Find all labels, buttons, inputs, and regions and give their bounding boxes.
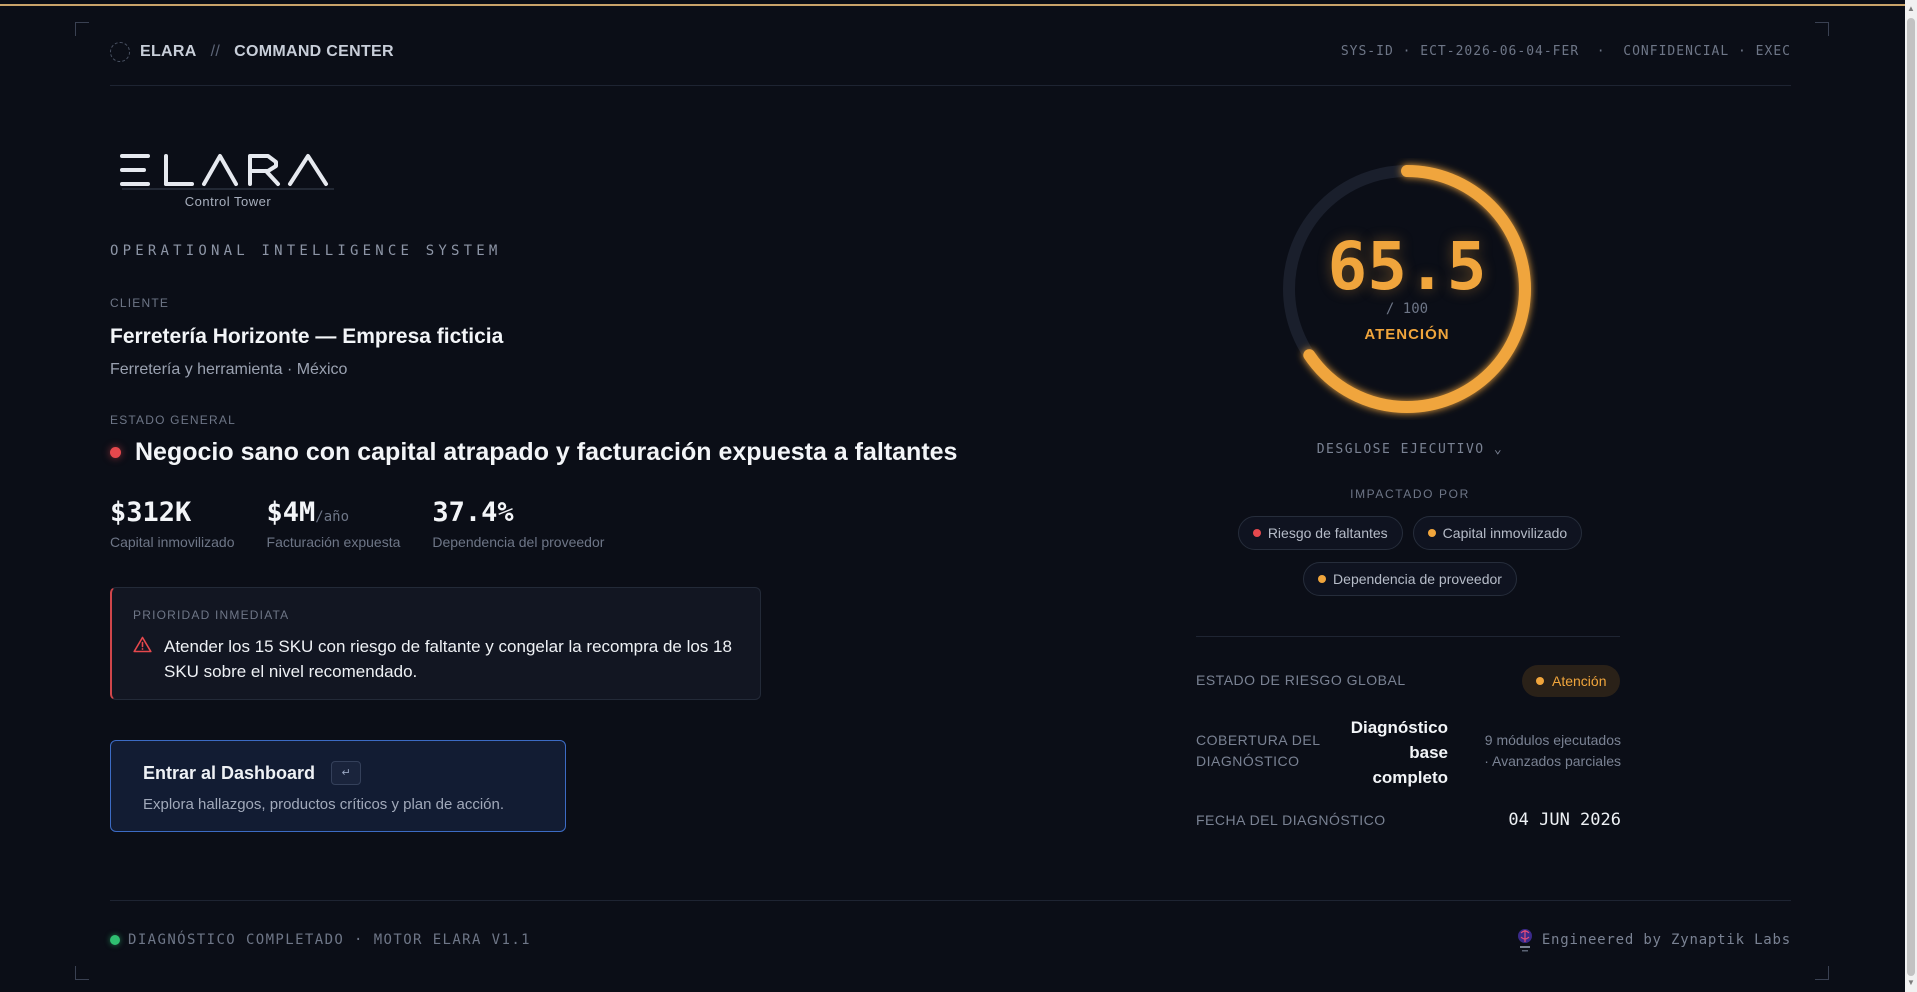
scroll-up-icon[interactable]: ▲ bbox=[1905, 2, 1917, 16]
warning-triangle-icon bbox=[133, 636, 152, 653]
header-brand: ELARA // COMMAND CENTER bbox=[110, 42, 394, 62]
coverage-note: 9 módulos ejecutados · Avanzados parcial… bbox=[1484, 732, 1621, 769]
cta-subtitle: Explora hallazgos, productos críticos y … bbox=[143, 796, 505, 813]
cta-title: Entrar al Dashboard bbox=[143, 762, 316, 783]
risk-label: ESTADO DE RIESGO GLOBAL bbox=[1196, 672, 1406, 688]
kpi-capital: $312K Capital inmovilizado bbox=[110, 497, 235, 550]
scroll-down-icon[interactable]: ▼ bbox=[1905, 976, 1917, 990]
chip-label: Capital inmovilizado bbox=[1442, 525, 1568, 541]
scrollbar-thumb[interactable] bbox=[1907, 18, 1915, 976]
score-state: ATENCIÓN bbox=[1364, 326, 1450, 343]
client-name: Ferretería Horizonte — Empresa ficticia bbox=[110, 325, 504, 348]
date-label: FECHA DEL DIAGNÓSTICO bbox=[1196, 812, 1386, 828]
footer-credit: Engineered by Zynaptik Labs bbox=[1516, 927, 1791, 953]
status-dot-icon bbox=[110, 447, 121, 458]
priority-card: PRIORIDAD INMEDIATA Atender los 15 SKU c… bbox=[110, 587, 761, 700]
priority-label: PRIORIDAD INMEDIATA bbox=[133, 608, 290, 622]
date-value: 04 JUN 2026 bbox=[1508, 810, 1621, 830]
risk-status-badge: Atención bbox=[1522, 665, 1621, 697]
risk-badge-label: Atención bbox=[1552, 673, 1607, 689]
coverage-label: COBERTURA DEL DIAGNÓSTICO bbox=[1196, 732, 1321, 769]
score-max: / 100 bbox=[1385, 301, 1429, 317]
executive-breakdown-toggle[interactable]: DESGLOSE EJECUTIVO ⌄ bbox=[1260, 442, 1560, 457]
footer-divider bbox=[110, 900, 1791, 901]
chip-dot-icon bbox=[1427, 529, 1436, 537]
chip-dot-icon bbox=[1318, 575, 1327, 583]
summary-divider bbox=[1196, 636, 1620, 637]
header-brand-name: ELARA bbox=[140, 43, 197, 60]
footer-status: DIAGNÓSTICO COMPLETADO · MOTOR ELARA V1.… bbox=[110, 932, 531, 948]
kpi-value: $312K bbox=[110, 497, 192, 528]
top-header: ELARA // COMMAND CENTER SYS-ID · ECT-202… bbox=[110, 38, 1791, 86]
kpi-value: $4M bbox=[266, 497, 316, 528]
top-accent-line bbox=[0, 0, 1905, 6]
status-headline: Negocio sano con capital atrapado y fact… bbox=[110, 438, 957, 467]
frame-corner bbox=[1815, 22, 1829, 36]
footer-status-text: DIAGNÓSTICO COMPLETADO · MOTOR ELARA V1.… bbox=[128, 932, 531, 948]
kpi-row: $312K Capital inmovilizado $4M/año Factu… bbox=[110, 497, 604, 550]
kpi-facturacion: $4M/año Facturación expuesta bbox=[267, 497, 401, 550]
logo-subtitle: Control Tower bbox=[184, 194, 272, 209]
frame-corner bbox=[1815, 966, 1829, 980]
score-value: 65.5 bbox=[1327, 228, 1487, 305]
kpi-label: Dependencia del proveedor bbox=[432, 534, 605, 550]
kpi-label: Capital inmovilizado bbox=[110, 534, 235, 550]
chip-dependencia-proveedor[interactable]: Dependencia de proveedor bbox=[1303, 562, 1517, 596]
enter-dashboard-button[interactable]: Entrar al Dashboard ↵ Explora hallazgos,… bbox=[110, 740, 566, 832]
zynaptik-logo-icon bbox=[1517, 929, 1532, 952]
status-ok-icon bbox=[110, 935, 120, 945]
priority-text: Atender los 15 SKU con riesgo de faltant… bbox=[164, 637, 732, 681]
page-scrollbar[interactable]: ▲ ▼ bbox=[1905, 0, 1917, 992]
chip-label: Riesgo de faltantes bbox=[1267, 525, 1388, 541]
client-subtitle: Ferretería y herramienta · México bbox=[110, 361, 348, 378]
impact-chips: Riesgo de faltantes Capital inmovilizado… bbox=[1200, 516, 1620, 596]
kpi-dependencia: 37.4% Dependencia del proveedor bbox=[432, 497, 604, 550]
enter-key-icon: ↵ bbox=[331, 761, 362, 785]
badge-dot-icon bbox=[1536, 677, 1544, 685]
chip-dot-icon bbox=[1252, 529, 1261, 537]
kpi-value: 37.4% bbox=[432, 497, 514, 528]
elara-logo: Control Tower bbox=[118, 150, 338, 209]
chip-capital-inmovilizado[interactable]: Capital inmovilizado bbox=[1412, 516, 1583, 550]
score-gauge: 65.5 / 100 ATENCIÓN bbox=[1276, 158, 1538, 420]
header-section: COMMAND CENTER bbox=[234, 43, 394, 60]
impacted-by-label: IMPACTADO POR bbox=[1350, 487, 1470, 501]
footer-credit-text: Engineered by Zynaptik Labs bbox=[1541, 932, 1791, 948]
system-tagline: OPERATIONAL INTELLIGENCE SYSTEM bbox=[110, 243, 502, 259]
chip-riesgo-faltantes[interactable]: Riesgo de faltantes bbox=[1237, 516, 1403, 550]
kpi-unit: /año bbox=[315, 509, 350, 525]
header-meta: SYS-ID · ECT-2026-06-04-FER · CONFIDENCI… bbox=[1340, 44, 1791, 59]
status-label: ESTADO GENERAL bbox=[110, 413, 236, 427]
brand-dot-icon bbox=[110, 42, 130, 62]
client-label: CLIENTE bbox=[110, 296, 170, 310]
chip-label: Dependencia de proveedor bbox=[1333, 571, 1502, 587]
status-text: Negocio sano con capital atrapado y fact… bbox=[135, 438, 958, 466]
frame-corner bbox=[75, 966, 89, 980]
kpi-label: Facturación expuesta bbox=[266, 534, 401, 550]
coverage-value: Diagnóstico base completo bbox=[1350, 718, 1448, 787]
header-separator: // bbox=[210, 43, 221, 60]
elara-wordmark-logo bbox=[120, 154, 334, 190]
frame-corner bbox=[75, 22, 89, 36]
